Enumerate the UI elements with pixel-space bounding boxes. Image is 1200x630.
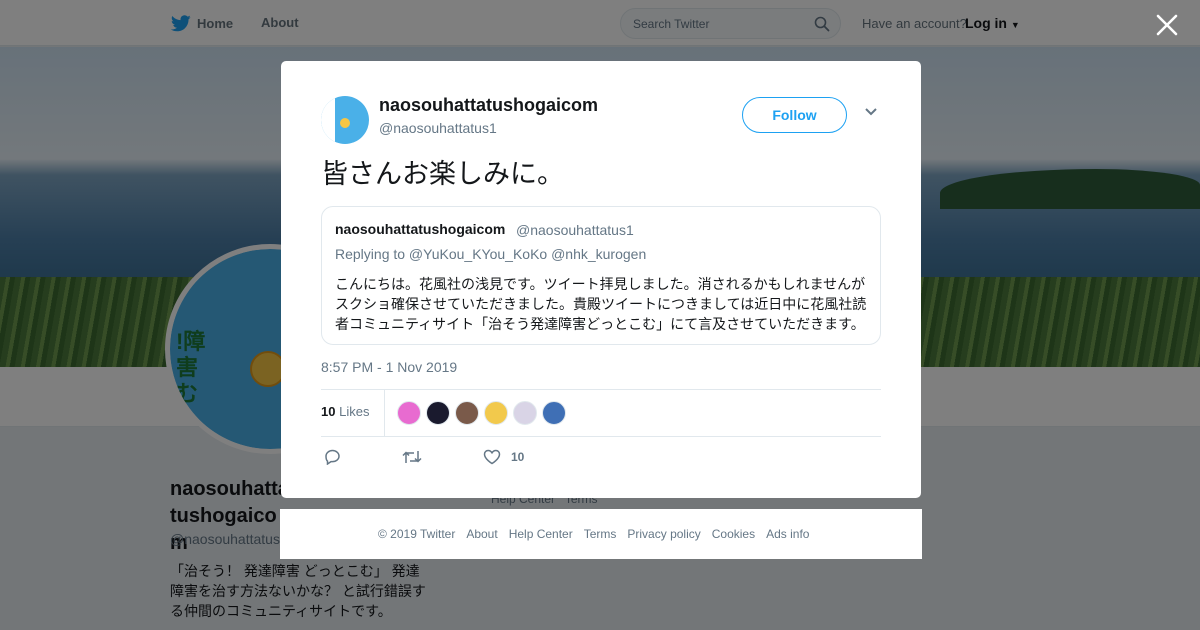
likes-count: 10 xyxy=(321,404,336,419)
divider xyxy=(321,389,881,390)
footer-link[interactable]: © 2019 Twitter xyxy=(378,527,455,541)
reply-icon xyxy=(325,449,340,465)
favoriter-avatar[interactable] xyxy=(455,401,479,425)
heart-icon xyxy=(483,449,501,465)
modal-footer: © 2019 Twitter About Help Center Terms Priva… xyxy=(280,509,922,559)
tweet-author-handle[interactable]: @naosouhattatus1 xyxy=(379,120,497,136)
likes-stat[interactable]: 10 Likes xyxy=(321,404,369,419)
likes-label: Likes xyxy=(339,404,370,419)
footer-link[interactable]: Privacy policy xyxy=(627,527,700,541)
quoted-replying-to: Replying to @YuKou_KYou_KoKo @nhk_kuroge… xyxy=(335,246,647,262)
tweet-author-avatar[interactable] xyxy=(321,96,369,144)
footer-link[interactable]: Terms xyxy=(584,527,617,541)
tweet-timestamp[interactable]: 8:57 PM - 1 Nov 2019 xyxy=(321,359,457,375)
tweet-text: 皆さんお楽しみに。 xyxy=(321,159,564,189)
footer-link[interactable]: About xyxy=(466,527,497,541)
quoted-author-handle: @naosouhattatus1 xyxy=(516,222,634,238)
chevron-down-icon[interactable] xyxy=(864,107,878,117)
favoriter-avatar[interactable] xyxy=(484,401,508,425)
favoriter-avatar[interactable] xyxy=(542,401,566,425)
quoted-author-name: naosouhattatushogaicom xyxy=(335,221,506,237)
divider xyxy=(321,436,881,437)
tweet-author-name[interactable]: naosouhattatushogaicom xyxy=(379,95,598,116)
close-icon[interactable] xyxy=(1154,12,1180,38)
footer-link[interactable]: Cookies xyxy=(712,527,755,541)
favoriter-avatar[interactable] xyxy=(513,401,537,425)
favoriter-avatar[interactable] xyxy=(426,401,450,425)
footer-link[interactable]: Ads info xyxy=(766,527,809,541)
quoted-tweet[interactable]: naosouhattatushogaicom @naosouhattatus1 … xyxy=(321,206,881,345)
footer-links: © 2019 Twitter About Help Center Terms Priva… xyxy=(378,527,809,541)
favoriter-avatar[interactable] xyxy=(397,401,421,425)
footer-link[interactable]: Help Center xyxy=(509,527,573,541)
divider xyxy=(384,390,385,436)
like-button[interactable]: 10 xyxy=(483,449,524,465)
like-action-count: 10 xyxy=(511,450,525,464)
retweet-icon xyxy=(402,451,422,463)
tweet-modal: naosouhattatushogaicom @naosouhattatus1 … xyxy=(281,61,921,498)
follow-button[interactable]: Follow xyxy=(742,97,847,133)
quoted-tweet-text: こんにちは。花風社の浅見です。ツイート拝見しました。消されるかもしれませんがスク… xyxy=(335,276,867,332)
retweet-button[interactable] xyxy=(402,449,432,465)
reply-button[interactable] xyxy=(324,449,351,465)
